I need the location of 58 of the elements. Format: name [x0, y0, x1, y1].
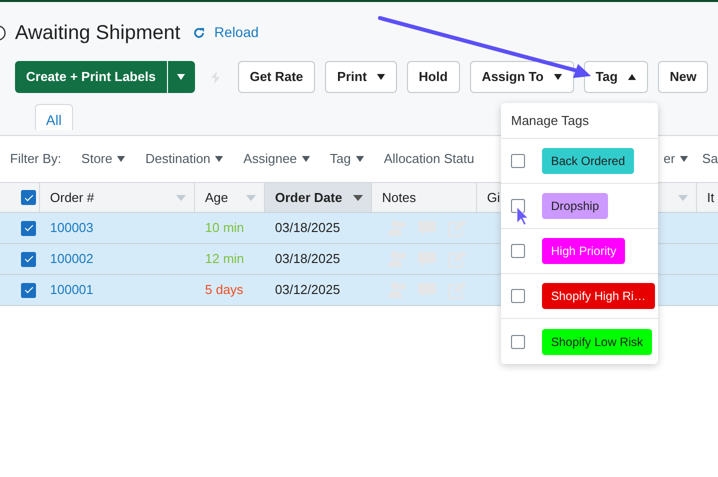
age-text: 10 min — [205, 219, 244, 238]
reload-icon[interactable] — [193, 26, 206, 38]
caret-icon — [356, 156, 364, 162]
lightning-icon — [210, 70, 220, 84]
age-text: 12 min — [205, 250, 244, 268]
column-header[interactable]: Order # — [40, 183, 195, 212]
filter-dropdown[interactable]: Tag — [330, 149, 364, 169]
sort-icon[interactable] — [353, 194, 363, 200]
column-header: It — [697, 183, 718, 212]
row-checkbox[interactable] — [21, 282, 36, 298]
filter-item[interactable]: Sa — [702, 149, 718, 169]
order-link[interactable]: 100003 — [50, 218, 94, 238]
toolbar-button[interactable]: Hold — [406, 61, 460, 93]
toolbar-button[interactable]: New — [658, 61, 708, 93]
caret-icon — [117, 156, 126, 162]
dropdown-button[interactable]: Print — [325, 61, 397, 93]
row-checkbox[interactable] — [21, 252, 36, 266]
row-checkbox[interactable] — [21, 220, 36, 236]
caret-icon — [680, 156, 688, 162]
column-header: Notes — [372, 183, 477, 212]
date-text: 03/12/2025 — [275, 281, 340, 300]
caret-icon — [554, 74, 562, 80]
caret-icon — [215, 156, 224, 162]
cursor-icon — [516, 206, 529, 226]
tag-label[interactable]: Dropship — [542, 193, 608, 219]
page-title: Awaiting Shipment — [15, 22, 180, 42]
tag-label[interactable]: Shopify High Ri… — [542, 283, 655, 309]
caret-button[interactable] — [166, 61, 195, 93]
column-header[interactable]: Order Date — [265, 183, 372, 212]
tag-label[interactable]: Back Ordered — [542, 148, 634, 174]
tag-checkbox[interactable] — [511, 154, 525, 168]
order-link[interactable]: 100002 — [50, 249, 94, 269]
caret-icon — [177, 74, 186, 80]
filter-dropdown[interactable]: er — [664, 149, 688, 169]
caret-icon — [302, 156, 310, 162]
order-link[interactable]: 100001 — [50, 280, 94, 300]
tag-label[interactable]: Shopify Low Risk — [542, 328, 652, 354]
filter-dropdown[interactable]: Store — [81, 149, 126, 169]
caret-icon — [628, 74, 636, 80]
filter-dropdown[interactable]: Assignee — [243, 149, 310, 169]
dropdown-button[interactable]: Tag — [584, 61, 648, 93]
caret-icon — [376, 74, 385, 80]
date-text: 03/18/2025 — [275, 250, 340, 268]
tab[interactable]: All — [35, 104, 73, 130]
age-text: 5 days — [205, 281, 244, 300]
filter-item[interactable]: Allocation Statu — [384, 149, 474, 169]
select-all-checkbox[interactable] — [21, 190, 36, 205]
tag-checkbox[interactable] — [511, 289, 525, 303]
tag-checkbox[interactable] — [511, 244, 525, 258]
toolbar-button[interactable]: Get Rate — [238, 61, 316, 93]
filter-label: Filter By: — [10, 150, 62, 168]
date-text: 03/18/2025 — [275, 219, 340, 238]
menu-header: Manage Tags — [501, 103, 658, 139]
filter-dropdown[interactable]: Destination — [145, 149, 224, 169]
tag-checkbox[interactable] — [511, 334, 525, 348]
reload-link[interactable]: Reload — [214, 22, 259, 43]
dropdown-button[interactable]: Assign To — [470, 61, 574, 93]
create-labels-button[interactable]: Create + Print Labels — [15, 61, 167, 93]
